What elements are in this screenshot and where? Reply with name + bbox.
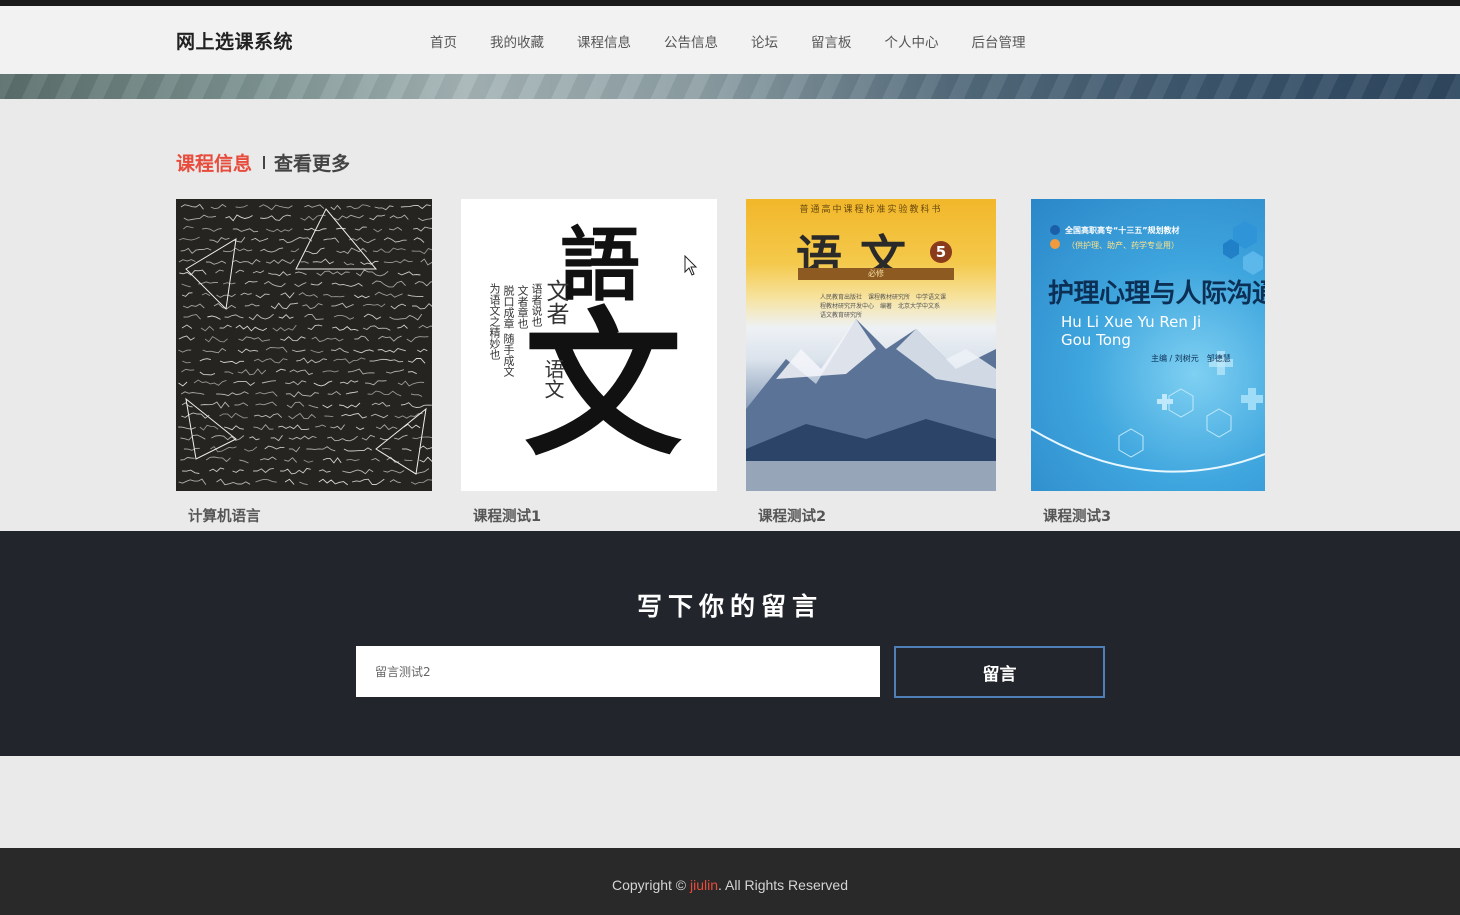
nav-favorites[interactable]: 我的收藏 — [490, 31, 544, 51]
nav-profile[interactable]: 个人中心 — [885, 31, 939, 51]
section-title: 课程信息 — [176, 153, 253, 175]
course-name[interactable]: 课程测试3 — [1043, 505, 1111, 526]
nursing-series-tag: 全国高职高专“十三五”规划教材 — [1065, 226, 1180, 235]
pinyin-line: Gou Tong — [1061, 331, 1131, 349]
textbook-series: 普通高中课程标准实验教科书 — [799, 205, 943, 215]
calligraphy-col: 语者说也 — [530, 283, 543, 327]
copyright-suffix: . All Rights Reserved — [718, 877, 848, 893]
site-footer: Copyright © jiulin. All Rights Reserved — [0, 848, 1460, 915]
nav-admin[interactable]: 后台管理 — [972, 31, 1026, 51]
nav-message-board[interactable]: 留言板 — [811, 31, 852, 51]
textbook-publisher: 人民教育出版社 课程教材研究所 中学语文课程教材研究开发中心 编著 北京大学中文… — [820, 294, 947, 319]
hero-banner-strip — [0, 74, 1460, 99]
nursing-editor: 主编 / 刘树元 邹德慧 — [1151, 354, 1231, 363]
copyright-prefix: Copyright © — [612, 877, 691, 893]
message-input[interactable] — [356, 646, 880, 697]
nav-announcements[interactable]: 公告信息 — [664, 31, 718, 51]
pinyin-line: Hu Li Xue Yu Ren Ji — [1061, 313, 1202, 331]
submit-message-button[interactable]: 留言 — [894, 646, 1105, 698]
nursing-pinyin: Hu Li Xue Yu Ren Ji Gou Tong — [1061, 313, 1201, 349]
nursing-subtitle: （供护理、助产、药学专业用） — [1067, 241, 1179, 250]
calligraphy-col: 随手成文 — [502, 333, 515, 377]
site-header: 网上选课系统 首页 我的收藏 课程信息 公告信息 论坛 留言板 个人中心 后台管… — [0, 6, 1460, 74]
nursing-textbook-cover-image[interactable]: 全国高职高专“十三五”规划教材 （供护理、助产、药学专业用） 护理心理与人际沟通… — [1031, 199, 1265, 491]
textbook-tag: 必修 — [798, 268, 954, 280]
nav-courses[interactable]: 课程信息 — [577, 31, 631, 51]
chalkboard-math-image[interactable] — [176, 199, 432, 491]
chalkboard-drawing — [178, 203, 432, 486]
course-card[interactable]: 語 文 文者 语者说也 文者章也 脱口成章 随手成文 为语文之精妙也 语文 课程… — [461, 199, 717, 531]
course-section-header: 课程信息 查看更多 — [176, 149, 350, 176]
course-card[interactable]: 全国高职高专“十三五”规划教材 （供护理、助产、药学专业用） 护理心理与人际沟通… — [1031, 199, 1265, 531]
calligraphy-col: 脱口成章 — [502, 285, 515, 329]
nav-forum[interactable]: 论坛 — [751, 31, 778, 51]
course-card[interactable]: 普通高中课程标准实验教科书 语文 5 必修 人民教育出版社 课程教材研究所 中学… — [746, 199, 996, 531]
course-card[interactable]: 计算机语言 — [176, 199, 432, 531]
message-section: 写下你的留言 留言 — [0, 531, 1460, 756]
copyright-text: Copyright © jiulin. All Rights Reserved — [0, 877, 1460, 893]
yuwen-textbook-cover-image[interactable]: 普通高中课程标准实验教科书 语文 5 必修 人民教育出版社 课程教材研究所 中学… — [746, 199, 996, 491]
calligraphy-col: 语文 — [541, 359, 565, 399]
course-name[interactable]: 课程测试2 — [758, 505, 826, 526]
site-brand[interactable]: 网上选课系统 — [176, 27, 293, 54]
calligraphy-col: 文者章也 — [516, 285, 529, 329]
mouse-cursor-icon — [684, 255, 698, 276]
footer-brand-link[interactable]: jiulin — [690, 877, 718, 893]
view-more-link[interactable]: 查看更多 — [274, 149, 350, 176]
section-divider — [263, 156, 266, 169]
course-name[interactable]: 课程测试1 — [473, 505, 541, 526]
calligraphy-yuwen-image[interactable]: 語 文 文者 语者说也 文者章也 脱口成章 随手成文 为语文之精妙也 语文 — [461, 199, 717, 491]
message-title: 写下你的留言 — [636, 592, 823, 621]
nav-home[interactable]: 首页 — [430, 31, 457, 51]
main-nav: 首页 我的收藏 课程信息 公告信息 论坛 留言板 个人中心 后台管理 — [430, 31, 1059, 51]
calligraphy-col: 为语文之精妙也 — [488, 283, 501, 360]
nursing-title: 护理心理与人际沟通 — [1048, 279, 1265, 309]
calligraphy-col: 文者 — [542, 279, 568, 325]
volume-badge: 5 — [930, 241, 952, 263]
course-name[interactable]: 计算机语言 — [188, 505, 261, 526]
